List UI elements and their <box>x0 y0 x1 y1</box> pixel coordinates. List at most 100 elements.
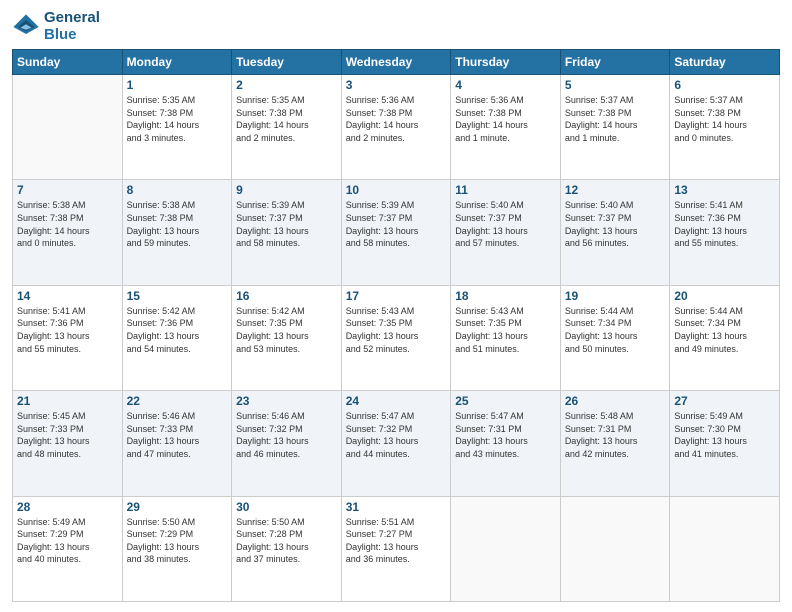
day-info: Sunrise: 5:41 AMSunset: 7:36 PMDaylight:… <box>674 199 775 249</box>
day-number: 7 <box>17 183 118 197</box>
day-number: 4 <box>455 78 556 92</box>
day-info: Sunrise: 5:44 AMSunset: 7:34 PMDaylight:… <box>565 305 666 355</box>
week-row-4: 21Sunrise: 5:45 AMSunset: 7:33 PMDayligh… <box>13 391 780 496</box>
day-info: Sunrise: 5:41 AMSunset: 7:36 PMDaylight:… <box>17 305 118 355</box>
day-number: 18 <box>455 289 556 303</box>
day-number: 27 <box>674 394 775 408</box>
day-info: Sunrise: 5:50 AMSunset: 7:29 PMDaylight:… <box>127 516 228 566</box>
col-header-wednesday: Wednesday <box>341 50 451 75</box>
day-info: Sunrise: 5:40 AMSunset: 7:37 PMDaylight:… <box>455 199 556 249</box>
day-info: Sunrise: 5:36 AMSunset: 7:38 PMDaylight:… <box>346 94 447 144</box>
day-number: 29 <box>127 500 228 514</box>
day-info: Sunrise: 5:48 AMSunset: 7:31 PMDaylight:… <box>565 410 666 460</box>
day-number: 6 <box>674 78 775 92</box>
calendar-cell: 16Sunrise: 5:42 AMSunset: 7:35 PMDayligh… <box>232 285 342 390</box>
calendar-cell: 23Sunrise: 5:46 AMSunset: 7:32 PMDayligh… <box>232 391 342 496</box>
calendar-cell: 19Sunrise: 5:44 AMSunset: 7:34 PMDayligh… <box>560 285 670 390</box>
day-info: Sunrise: 5:49 AMSunset: 7:30 PMDaylight:… <box>674 410 775 460</box>
calendar-cell: 13 Sunrise: 5:41 AMSunset: 7:36 PMDayligh… <box>670 180 780 285</box>
calendar-cell: 28Sunrise: 5:49 AMSunset: 7:29 PMDayligh… <box>13 496 123 601</box>
col-header-tuesday: Tuesday <box>232 50 342 75</box>
calendar-cell: 29 Sunrise: 5:50 AMSunset: 7:29 PMDayligh… <box>122 496 232 601</box>
calendar-cell: 7 Sunrise: 5:38 AMSunset: 7:38 PMDaylight… <box>13 180 123 285</box>
day-info: Sunrise: 5:50 AMSunset: 7:28 PMDaylight:… <box>236 516 337 566</box>
day-number: 2 <box>236 78 337 92</box>
day-number: 24 <box>346 394 447 408</box>
day-number: 9 <box>236 183 337 197</box>
day-info: Sunrise: 5:38 AMSunset: 7:38 PMDaylight:… <box>17 199 118 249</box>
calendar-cell: 18 Sunrise: 5:43 AMSunset: 7:35 PMDayligh… <box>451 285 561 390</box>
calendar-cell: 6Sunrise: 5:37 AMSunset: 7:38 PMDaylight… <box>670 75 780 180</box>
calendar-cell: 12 Sunrise: 5:40 AMSunset: 7:37 PMDayligh… <box>560 180 670 285</box>
week-row-3: 14Sunrise: 5:41 AMSunset: 7:36 PMDayligh… <box>13 285 780 390</box>
day-number: 17 <box>346 289 447 303</box>
calendar-cell: 15 Sunrise: 5:42 AMSunset: 7:36 PMDayligh… <box>122 285 232 390</box>
day-info: Sunrise: 5:46 AMSunset: 7:32 PMDaylight:… <box>236 410 337 460</box>
day-info: Sunrise: 5:37 AMSunset: 7:38 PMDaylight:… <box>565 94 666 144</box>
day-info: Sunrise: 5:35 AMSunset: 7:38 PMDaylight:… <box>236 94 337 144</box>
calendar-cell <box>560 496 670 601</box>
calendar-cell: 8 Sunrise: 5:38 AMSunset: 7:38 PMDaylight… <box>122 180 232 285</box>
logo: General Blue <box>12 10 100 43</box>
calendar-cell: 1 Sunrise: 5:35 AMSunset: 7:38 PMDaylight… <box>122 75 232 180</box>
col-header-sunday: Sunday <box>13 50 123 75</box>
day-info: Sunrise: 5:44 AMSunset: 7:34 PMDaylight:… <box>674 305 775 355</box>
calendar-cell: 4 Sunrise: 5:36 AMSunset: 7:38 PMDaylight… <box>451 75 561 180</box>
calendar-cell <box>451 496 561 601</box>
day-number: 25 <box>455 394 556 408</box>
day-number: 22 <box>127 394 228 408</box>
page-container: General Blue SundayMondayTuesdayWednesda… <box>0 0 792 612</box>
day-number: 30 <box>236 500 337 514</box>
day-info: Sunrise: 5:47 AMSunset: 7:31 PMDaylight:… <box>455 410 556 460</box>
logo-icon <box>12 13 40 41</box>
calendar-header-row: SundayMondayTuesdayWednesdayThursdayFrid… <box>13 50 780 75</box>
logo-text: General Blue <box>44 10 100 43</box>
day-info: Sunrise: 5:40 AMSunset: 7:37 PMDaylight:… <box>565 199 666 249</box>
calendar-cell: 11 Sunrise: 5:40 AMSunset: 7:37 PMDayligh… <box>451 180 561 285</box>
day-info: Sunrise: 5:38 AMSunset: 7:38 PMDaylight:… <box>127 199 228 249</box>
col-header-friday: Friday <box>560 50 670 75</box>
day-number: 15 <box>127 289 228 303</box>
day-number: 13 <box>674 183 775 197</box>
day-info: Sunrise: 5:51 AMSunset: 7:27 PMDaylight:… <box>346 516 447 566</box>
day-number: 5 <box>565 78 666 92</box>
day-number: 20 <box>674 289 775 303</box>
day-number: 8 <box>127 183 228 197</box>
day-info: Sunrise: 5:43 AMSunset: 7:35 PMDaylight:… <box>346 305 447 355</box>
calendar-cell <box>13 75 123 180</box>
col-header-saturday: Saturday <box>670 50 780 75</box>
day-info: Sunrise: 5:36 AMSunset: 7:38 PMDaylight:… <box>455 94 556 144</box>
day-number: 3 <box>346 78 447 92</box>
day-info: Sunrise: 5:35 AMSunset: 7:38 PMDaylight:… <box>127 94 228 144</box>
day-info: Sunrise: 5:47 AMSunset: 7:32 PMDaylight:… <box>346 410 447 460</box>
calendar-cell: 30 Sunrise: 5:50 AMSunset: 7:28 PMDayligh… <box>232 496 342 601</box>
day-info: Sunrise: 5:39 AMSunset: 7:37 PMDaylight:… <box>346 199 447 249</box>
day-info: Sunrise: 5:45 AMSunset: 7:33 PMDaylight:… <box>17 410 118 460</box>
calendar-cell <box>670 496 780 601</box>
calendar-table: SundayMondayTuesdayWednesdayThursdayFrid… <box>12 49 780 602</box>
week-row-1: 1 Sunrise: 5:35 AMSunset: 7:38 PMDaylight… <box>13 75 780 180</box>
day-number: 12 <box>565 183 666 197</box>
day-number: 26 <box>565 394 666 408</box>
day-info: Sunrise: 5:39 AMSunset: 7:37 PMDaylight:… <box>236 199 337 249</box>
day-number: 1 <box>127 78 228 92</box>
calendar-cell: 27 Sunrise: 5:49 AMSunset: 7:30 PMDayligh… <box>670 391 780 496</box>
calendar-cell: 3 Sunrise: 5:36 AMSunset: 7:38 PMDaylight… <box>341 75 451 180</box>
calendar-cell: 21Sunrise: 5:45 AMSunset: 7:33 PMDayligh… <box>13 391 123 496</box>
calendar-cell: 9 Sunrise: 5:39 AMSunset: 7:37 PMDaylight… <box>232 180 342 285</box>
day-number: 31 <box>346 500 447 514</box>
calendar-cell: 2 Sunrise: 5:35 AMSunset: 7:38 PMDaylight… <box>232 75 342 180</box>
calendar-cell: 31 Sunrise: 5:51 AMSunset: 7:27 PMDayligh… <box>341 496 451 601</box>
calendar-cell: 14Sunrise: 5:41 AMSunset: 7:36 PMDayligh… <box>13 285 123 390</box>
calendar-cell: 5 Sunrise: 5:37 AMSunset: 7:38 PMDaylight… <box>560 75 670 180</box>
calendar-cell: 22 Sunrise: 5:46 AMSunset: 7:33 PMDayligh… <box>122 391 232 496</box>
day-number: 10 <box>346 183 447 197</box>
day-info: Sunrise: 5:46 AMSunset: 7:33 PMDaylight:… <box>127 410 228 460</box>
day-number: 11 <box>455 183 556 197</box>
col-header-thursday: Thursday <box>451 50 561 75</box>
calendar-cell: 17 Sunrise: 5:43 AMSunset: 7:35 PMDayligh… <box>341 285 451 390</box>
day-info: Sunrise: 5:42 AMSunset: 7:36 PMDaylight:… <box>127 305 228 355</box>
day-number: 16 <box>236 289 337 303</box>
calendar-cell: 26 Sunrise: 5:48 AMSunset: 7:31 PMDayligh… <box>560 391 670 496</box>
day-info: Sunrise: 5:43 AMSunset: 7:35 PMDaylight:… <box>455 305 556 355</box>
